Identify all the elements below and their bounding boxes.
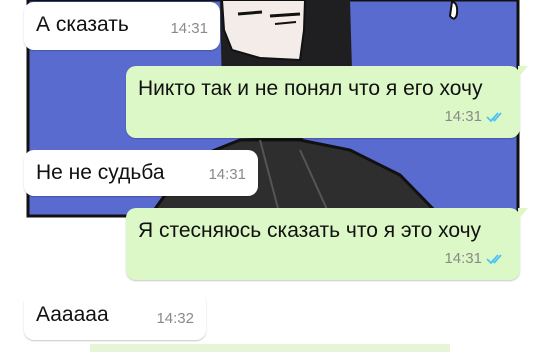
message-time: 14:31: [444, 250, 482, 267]
message-meta: 14:31: [444, 102, 508, 131]
message-meta: 14:32: [156, 304, 194, 333]
message-meta: 14:31: [444, 244, 508, 273]
message-outgoing[interactable]: Никто так и не понял что я его хочу 14:3…: [126, 66, 528, 138]
double-check-icon: [486, 253, 502, 264]
message-meta: 14:31: [208, 160, 246, 189]
message-time: 14:32: [156, 310, 194, 327]
message-text: Я стесняюсь сказать что я это хочу: [138, 219, 482, 242]
message-time: 14:31: [170, 20, 208, 37]
message-meta: 14:31: [170, 14, 208, 43]
message-outgoing[interactable]: Я стесняюсь сказать что я это хочу 14:31: [126, 208, 528, 280]
message-time: 14:31: [208, 166, 246, 183]
message-incoming[interactable]: Аааааа 14:32: [16, 292, 206, 340]
message-incoming[interactable]: А сказать 14:31: [24, 2, 220, 50]
message-time: 14:31: [444, 108, 482, 125]
message-text: Никто так и не понял что я его хочу: [138, 77, 483, 100]
message-incoming[interactable]: Не не судьба 14:31: [24, 150, 258, 196]
double-check-icon: [486, 111, 502, 122]
